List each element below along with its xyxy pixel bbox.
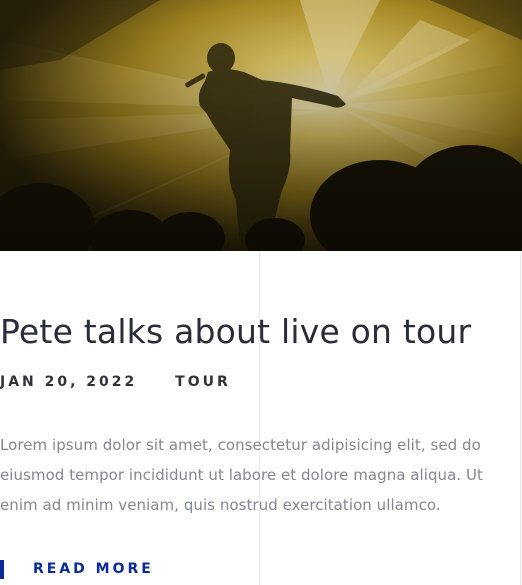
read-more-accent-bar: [0, 559, 4, 579]
read-more-label: READ MORE: [33, 561, 154, 577]
post-title[interactable]: Pete talks about live on tour: [0, 312, 471, 351]
post-meta: JAN 20, 2022 TOUR: [0, 374, 231, 390]
grid-guide-line: [259, 251, 260, 585]
post-category-link[interactable]: TOUR: [175, 374, 231, 390]
post-date: JAN 20, 2022: [0, 374, 138, 390]
grid-guide-line: [520, 251, 521, 585]
post-excerpt: Lorem ipsum dolor sit amet, consectetur …: [0, 436, 483, 514]
post-featured-image[interactable]: [0, 0, 522, 251]
blog-post-card: Pete talks about live on tour JAN 20, 20…: [0, 0, 522, 585]
read-more-link[interactable]: READ MORE: [0, 558, 154, 580]
